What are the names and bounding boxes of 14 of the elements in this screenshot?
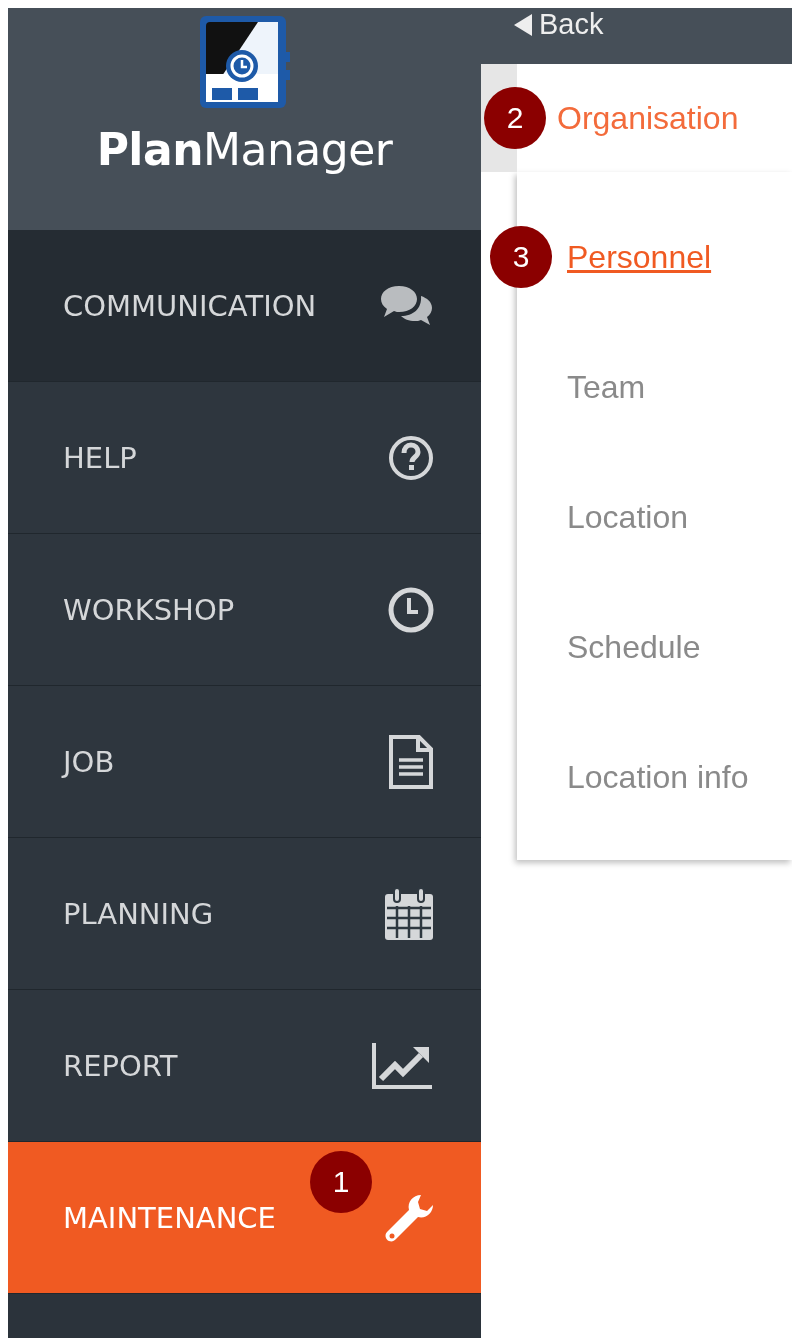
clock-icon xyxy=(387,585,435,634)
menu-item[interactable]: COMMUNICATION xyxy=(8,230,481,382)
step-badge: 3 xyxy=(490,226,552,288)
logo-icon xyxy=(197,14,292,110)
chat-icon xyxy=(379,283,435,328)
step-badge: 2 xyxy=(484,87,546,149)
chart-icon xyxy=(371,1040,435,1091)
triangle-icon xyxy=(513,12,533,37)
document-icon xyxy=(387,733,435,790)
brand-name: PlanManager xyxy=(96,124,393,175)
menu-item[interactable]: MAINTENANCE 1 xyxy=(8,1142,481,1294)
back-link[interactable]: Back xyxy=(513,8,604,41)
step-badge: 1 xyxy=(310,1151,372,1213)
help-icon xyxy=(387,433,435,482)
